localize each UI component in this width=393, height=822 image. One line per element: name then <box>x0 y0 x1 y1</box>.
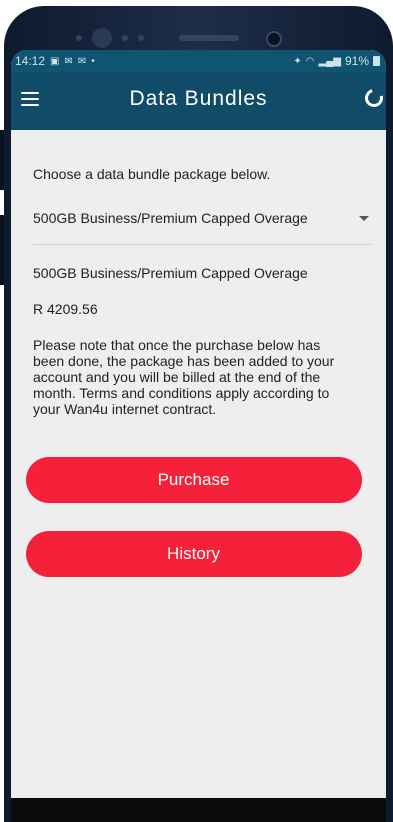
battery-percent: 91% <box>344 54 369 68</box>
mail-icon: ✉ <box>64 55 73 67</box>
earpiece <box>179 35 239 41</box>
phone-top-bezel <box>4 6 393 48</box>
purchase-button[interactable]: Purchase <box>25 457 362 503</box>
purchase-notice: Please note that once the purchase below… <box>33 337 335 417</box>
dropdown-arrow-icon <box>359 216 369 221</box>
main-content: Choose a data bundle package below. 500G… <box>11 166 386 417</box>
dropdown-selected-value: 500GB Business/Premium Capped Overage <box>33 210 308 226</box>
sensor-dots <box>76 28 144 48</box>
volume-button <box>0 130 4 190</box>
app-bar: Data Bundles <box>11 72 386 130</box>
package-name: 500GB Business/Premium Capped Overage <box>33 265 308 281</box>
package-price: R 4209.56 <box>33 301 98 317</box>
front-camera <box>266 31 282 47</box>
status-left: 14:12 ▣ ✉ ✉ • <box>15 54 95 68</box>
vibrate-icon: ✦ <box>293 55 302 67</box>
image-icon: ▣ <box>50 55 60 67</box>
intro-text: Choose a data bundle package below. <box>33 166 271 182</box>
battery-icon <box>373 56 380 66</box>
dot-icon: • <box>91 55 95 67</box>
wifi-icon: ◠ <box>305 55 315 67</box>
status-time: 14:12 <box>15 54 46 68</box>
app-screen: 14:12 ▣ ✉ ✉ • ✦ ◠ ▂▄▆ 91% Data Bundles C… <box>11 50 386 798</box>
status-bar: 14:12 ▣ ✉ ✉ • ✦ ◠ ▂▄▆ 91% <box>11 50 386 72</box>
status-right: ✦ ◠ ▂▄▆ 91% <box>293 54 380 68</box>
mail-icon: ✉ <box>77 55 87 67</box>
signal-icon: ▂▄▆ <box>318 55 341 67</box>
bixby-button <box>0 215 4 285</box>
navigation-bar <box>11 798 386 822</box>
page-title: Data Bundles <box>129 87 268 110</box>
package-dropdown[interactable]: 500GB Business/Premium Capped Overage <box>33 210 371 245</box>
history-button[interactable]: History <box>25 531 362 577</box>
